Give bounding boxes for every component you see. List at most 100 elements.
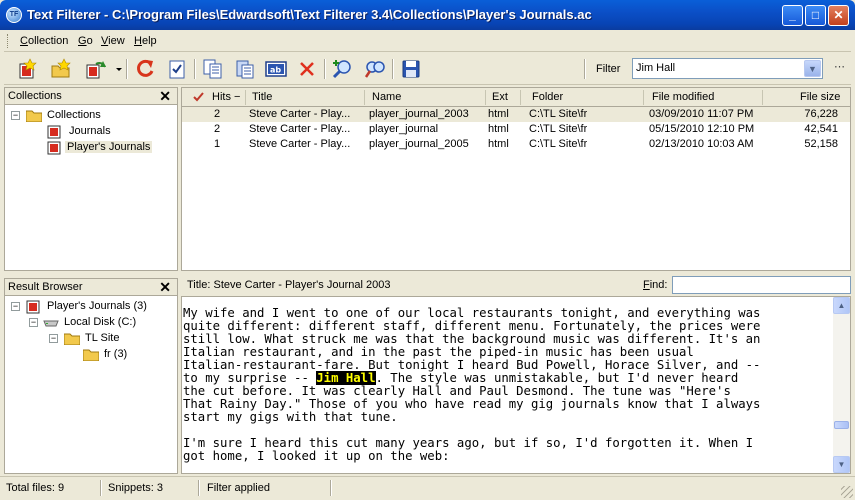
column-divider[interactable] xyxy=(364,90,365,105)
close-icon[interactable]: ✕ xyxy=(159,279,171,296)
tree-item-collections[interactable]: − Collections xyxy=(11,108,171,124)
tree-item-label: Player's Journals (3) xyxy=(47,300,147,312)
preview-line: got home, I looked it up on the web: xyxy=(183,449,450,463)
status-separator xyxy=(198,480,200,496)
column-folder[interactable]: Folder xyxy=(532,91,563,103)
filter-combo[interactable]: Jim Hall ▼ xyxy=(632,58,823,79)
tree-expander[interactable]: − xyxy=(11,111,20,120)
result-browser-panel: Result Browser ✕ − Player's Journals (3)… xyxy=(4,278,178,474)
preview-header: Title: Steve Carter - Player's Journal 2… xyxy=(181,275,851,295)
cell-modified: 02/13/2010 10:03 AM xyxy=(649,138,754,150)
tree-item-journals[interactable]: Journals xyxy=(11,124,171,140)
table-row[interactable]: 2 Steve Carter - Play... player_journal … xyxy=(182,122,850,137)
reload-icon[interactable] xyxy=(134,58,156,80)
new-collection-icon[interactable] xyxy=(16,58,38,80)
folder-icon xyxy=(83,349,99,361)
toolbar-overflow-button[interactable]: ⋯ xyxy=(834,60,845,73)
column-name[interactable]: Name xyxy=(372,91,401,103)
column-divider[interactable] xyxy=(520,90,521,105)
column-divider[interactable] xyxy=(762,90,763,105)
rename-icon[interactable]: ab xyxy=(265,58,287,80)
find-add-icon[interactable] xyxy=(332,58,354,80)
copy-document-icon[interactable] xyxy=(202,58,224,80)
scroll-down-button[interactable]: ▼ xyxy=(833,456,850,473)
resize-grip-icon[interactable] xyxy=(841,486,853,498)
collection-icon xyxy=(47,125,61,139)
tree-item-players-journals[interactable]: Player's Journals xyxy=(11,140,171,156)
scroll-up-button[interactable]: ▲ xyxy=(833,297,850,314)
check-document-icon[interactable] xyxy=(166,58,188,80)
menu-bar: Collection Go View Help xyxy=(4,30,851,52)
menu-go[interactable]: Go xyxy=(78,35,93,47)
column-file-size[interactable]: File size xyxy=(800,91,840,103)
result-browser-header: Result Browser ✕ xyxy=(5,279,177,296)
column-divider[interactable] xyxy=(643,90,644,105)
filter-value: Jim Hall xyxy=(636,62,676,74)
cell-title: Steve Carter - Play... xyxy=(249,138,351,150)
close-button[interactable]: ✕ xyxy=(828,5,849,26)
column-divider[interactable] xyxy=(245,90,246,105)
column-hits[interactable]: Hits − xyxy=(212,91,240,103)
tree-item-label: fr (3) xyxy=(104,348,128,360)
cell-ext: html xyxy=(488,138,509,150)
hard-disk-icon xyxy=(43,320,59,327)
cell-modified: 05/15/2010 12:10 PM xyxy=(649,123,755,135)
tree-item-fr[interactable]: fr (3) xyxy=(83,347,171,363)
status-separator xyxy=(330,480,332,496)
table-row[interactable]: 2 Steve Carter - Play... player_journal_… xyxy=(182,107,850,122)
checkmark-icon[interactable] xyxy=(193,92,204,102)
tree-item-players-journals[interactable]: − Player's Journals (3) xyxy=(11,299,171,315)
svg-text:ab: ab xyxy=(270,66,281,75)
tree-expander[interactable]: − xyxy=(11,302,20,311)
column-title[interactable]: Title xyxy=(252,91,272,103)
menu-help[interactable]: Help xyxy=(134,35,157,47)
maximize-button[interactable]: □ xyxy=(805,5,826,26)
cell-modified: 03/09/2010 11:07 PM xyxy=(649,108,754,120)
tree-item-label: Player's Journals xyxy=(65,141,153,153)
vertical-scrollbar[interactable]: ▲ ▼ xyxy=(833,297,850,473)
column-ext[interactable]: Ext xyxy=(492,91,508,103)
cell-ext: html xyxy=(488,123,509,135)
open-folder-icon[interactable] xyxy=(50,58,72,80)
collections-panel-header: Collections ✕ xyxy=(5,88,177,105)
tree-item-tl-site[interactable]: − TL Site xyxy=(49,331,171,347)
refresh-collection-icon[interactable] xyxy=(84,58,106,80)
find-icon[interactable] xyxy=(364,58,386,80)
tree-item-label: Local Disk (C:) xyxy=(64,316,137,328)
status-separator xyxy=(100,480,102,496)
cell-size: 52,158 xyxy=(804,138,838,150)
find-input[interactable] xyxy=(672,276,851,294)
tree-expander[interactable]: − xyxy=(49,334,58,343)
toolbar-separator xyxy=(584,59,586,79)
cell-folder: C:\TL Site\fr xyxy=(529,138,588,150)
menu-view[interactable]: View xyxy=(101,35,125,47)
cell-ext: html xyxy=(488,108,509,120)
paste-document-icon[interactable] xyxy=(234,58,256,80)
close-icon[interactable]: ✕ xyxy=(159,88,171,105)
preview-pane[interactable]: My wife and I went to one of our local r… xyxy=(181,296,851,474)
cell-size: 42,541 xyxy=(804,123,838,135)
status-total-files: Total files: 9 xyxy=(6,482,65,494)
cell-size: 76,228 xyxy=(804,108,838,120)
toolbar-separator xyxy=(194,59,196,79)
cell-name: player_journal_2003 xyxy=(369,108,469,120)
find-label: Find: xyxy=(643,279,668,291)
save-icon[interactable] xyxy=(400,58,422,80)
column-divider[interactable] xyxy=(485,90,486,105)
table-row[interactable]: 1 Steve Carter - Play... player_journal_… xyxy=(182,137,850,152)
title-bar[interactable]: TF Text Filterer - C:\Program Files\Edwa… xyxy=(0,0,855,30)
delete-icon[interactable] xyxy=(296,58,318,80)
scroll-thumb[interactable] xyxy=(834,421,849,429)
chevron-down-icon[interactable]: ▼ xyxy=(804,60,821,77)
column-file-modified[interactable]: File modified xyxy=(652,91,714,103)
minimize-button[interactable]: _ xyxy=(782,5,803,26)
menu-collection[interactable]: Collection xyxy=(20,35,68,47)
tree-expander[interactable]: − xyxy=(29,318,38,327)
tree-item-local-disk[interactable]: − Local Disk (C:) xyxy=(29,315,171,331)
cell-hits: 2 xyxy=(214,123,221,135)
folder-icon xyxy=(26,110,42,122)
dropdown-arrow-icon[interactable] xyxy=(108,58,122,80)
preview-title: Title: Steve Carter - Player's Journal 2… xyxy=(187,279,391,291)
preview-line: start my gigs with that tune. xyxy=(183,410,398,424)
toolbar-separator xyxy=(126,59,128,79)
